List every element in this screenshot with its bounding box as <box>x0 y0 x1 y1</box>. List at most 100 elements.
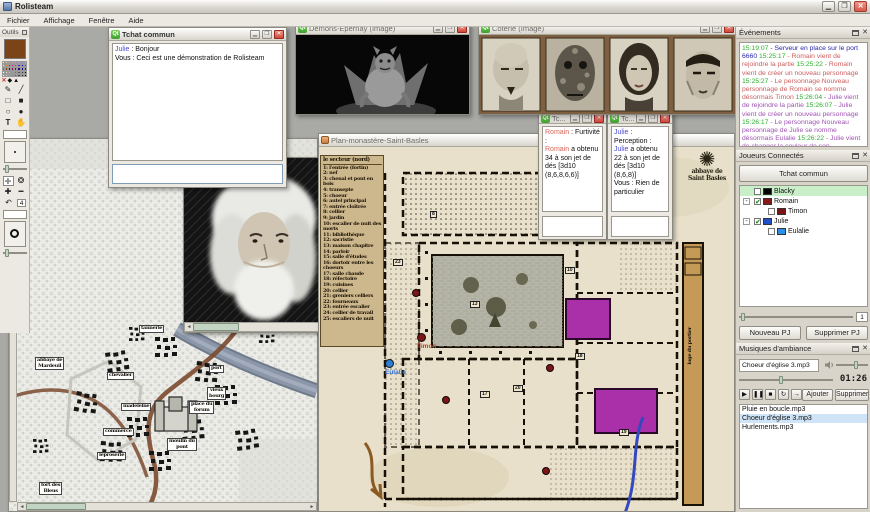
tree-expander[interactable] <box>757 228 764 235</box>
seek-slider[interactable] <box>739 376 833 384</box>
tree-expander[interactable]: - <box>743 198 750 205</box>
remove-npc-icon[interactable]: ━ <box>16 187 27 197</box>
text-tool-icon[interactable]: T <box>3 118 14 128</box>
pencil-tool-icon[interactable]: ✎ <box>3 85 14 95</box>
unmask-swatch[interactable]: ▲ <box>13 78 19 84</box>
village-label: commerce <box>103 428 134 436</box>
chat-input-box[interactable] <box>542 216 603 237</box>
gatehouse-label: loge du portier <box>687 327 693 365</box>
ellipse-tool-icon[interactable]: ○ <box>3 107 14 117</box>
legend-item: 25: escaliers de nuit <box>323 317 382 323</box>
float-icon[interactable] <box>852 153 859 159</box>
pause-button[interactable]: ❚❚ <box>752 389 763 400</box>
playlist-item[interactable]: Choeur d'église 3.mp3 <box>740 414 867 423</box>
private-chat-window-julie[interactable]: Qt Tc... ▁ ❐ ✕ Julie : Perception :Julie… <box>607 112 673 240</box>
tree-expander[interactable] <box>743 188 750 195</box>
minimize-button[interactable]: ▁ <box>822 1 835 12</box>
demons-image-window[interactable]: Qt Démons-Epernay (Image) ▁ ❐ ✕ <box>295 22 470 115</box>
player-row[interactable]: Eulalie <box>740 226 867 236</box>
player-checkbox[interactable] <box>768 228 775 235</box>
current-color-swatch[interactable] <box>4 39 26 59</box>
loop-button[interactable]: ↻ <box>778 389 789 400</box>
current-track-field[interactable]: Choeur d'église 3.mp3 <box>739 359 819 372</box>
main-chat-window[interactable]: Qt Tchat commun ▁ ❐ ✕ Julie : BonjourVou… <box>108 27 287 188</box>
filled-ellipse-tool-icon[interactable]: ● <box>16 107 27 117</box>
hand-tool-icon[interactable]: ✋ <box>16 118 27 128</box>
float-icon[interactable] <box>852 30 859 36</box>
add-track-button[interactable]: Ajouter <box>802 389 833 401</box>
next-mode-button[interactable]: → <box>791 389 802 400</box>
tree-expander[interactable]: - <box>743 218 750 225</box>
change-state-tool-icon[interactable]: ❂ <box>16 176 27 186</box>
playlist-item[interactable]: Hurlements.mp3 <box>740 423 867 432</box>
player-row[interactable]: Timon <box>740 206 867 216</box>
close-icon[interactable]: ✕ <box>862 153 868 159</box>
tools-header[interactable]: Outils <box>0 27 29 37</box>
players-header[interactable]: Joueurs Connectés ✕ <box>736 150 870 162</box>
player-color-swatch <box>777 208 786 215</box>
dock-pin-icon[interactable] <box>22 30 27 35</box>
delete-track-button[interactable]: Supprimer <box>835 389 869 401</box>
coterie-image-window[interactable]: Qt Coterie (Image) ▁ ❐ ✕ <box>478 22 737 115</box>
player-row[interactable]: - Romain <box>740 196 867 206</box>
menu-item[interactable]: Affichage <box>37 16 82 25</box>
float-icon[interactable] <box>852 346 859 352</box>
restore-button[interactable]: ❐ <box>838 1 851 12</box>
player-checkbox[interactable] <box>754 198 761 205</box>
legend-title: le secteur (nord) <box>323 158 382 165</box>
reset-npc-counter-icon[interactable]: ↶ <box>3 198 14 208</box>
move-character-tool-icon[interactable]: ✛ <box>3 176 14 186</box>
menu-item[interactable]: Aide <box>122 16 151 25</box>
players-panel: Joueurs Connectés ✕ Tchat commun Blacky … <box>736 150 870 343</box>
chat-input-box[interactable] <box>611 216 669 237</box>
main-chat-input[interactable] <box>112 164 283 184</box>
rect-tool-icon[interactable]: □ <box>3 96 14 106</box>
player-color-swatch <box>777 228 786 235</box>
players-tree[interactable]: Blacky - Romain Timon - Julie <box>739 185 868 307</box>
npc-count-value[interactable]: 1 <box>856 312 868 322</box>
menu-item[interactable]: Fenêtre <box>82 16 122 25</box>
close-icon[interactable]: ✕ <box>862 30 868 36</box>
line-tool-icon[interactable]: ╱ <box>16 85 27 95</box>
close-button[interactable]: ✕ <box>854 1 867 12</box>
main-chat-titlebar[interactable]: Qt Tchat commun ▁ ❐ ✕ <box>109 28 286 41</box>
player-checkbox[interactable] <box>754 188 761 195</box>
events-log[interactable]: 15:19:07 - Serveur en place sur le port … <box>739 42 868 147</box>
player-checkbox[interactable] <box>754 218 761 225</box>
mask-swatch[interactable]: ◆ <box>8 78 13 84</box>
new-pc-button[interactable]: Nouveau PJ <box>739 326 801 340</box>
close-button[interactable]: ✕ <box>274 30 284 39</box>
npc-number-spinner[interactable]: 4 <box>17 199 26 207</box>
menu-item[interactable]: Fichier <box>0 16 37 25</box>
chat-room-button[interactable]: Tchat commun <box>739 165 868 182</box>
npc-size-slider[interactable] <box>3 249 27 257</box>
eraser-swatch[interactable]: ✕ <box>2 78 7 84</box>
close-icon[interactable]: ✕ <box>862 346 868 352</box>
player-checkbox[interactable] <box>768 208 775 215</box>
restore-button[interactable]: ❐ <box>262 30 272 39</box>
playlist-item[interactable]: Pluie en boucle.mp3 <box>740 405 867 414</box>
npc-name-field[interactable] <box>3 210 27 219</box>
music-header[interactable]: Musiques d'ambiance ✕ <box>736 343 870 355</box>
minimize-button[interactable]: ▁ <box>250 30 260 39</box>
play-button[interactable]: ▶ <box>739 389 750 400</box>
filled-rect-tool-icon[interactable]: ■ <box>16 96 27 106</box>
stop-button[interactable]: ■ <box>765 389 776 400</box>
volume-slider[interactable] <box>836 361 868 369</box>
window-titlebar: Rolisteam ▁ ❐ ✕ <box>0 0 870 14</box>
text-tool-field[interactable] <box>3 130 27 139</box>
palette-color[interactable] <box>24 74 27 77</box>
add-npc-icon[interactable]: ✚ <box>3 187 14 197</box>
private-chat-window-romain[interactable]: Qt Tc... ▁ ❐ ✕ Romain : Furtivité :Romai… <box>538 112 607 240</box>
app-icon <box>3 2 12 11</box>
playlist[interactable]: Pluie en boucle.mp3Choeur d'église 3.mp3… <box>739 404 868 509</box>
pen-size-slider[interactable] <box>3 165 27 173</box>
events-header[interactable]: Événements ✕ <box>736 27 870 39</box>
village-hscrollbar[interactable]: ◄► <box>17 502 317 511</box>
player-row[interactable]: - Julie <box>740 216 867 226</box>
player-row[interactable]: Blacky <box>740 186 867 196</box>
delete-pc-button[interactable]: Supprimer PJ <box>806 326 868 340</box>
tree-expander[interactable] <box>757 208 764 215</box>
npc-count-slider[interactable] <box>739 313 853 321</box>
portrait-hscrollbar[interactable]: ◄► <box>184 322 331 332</box>
